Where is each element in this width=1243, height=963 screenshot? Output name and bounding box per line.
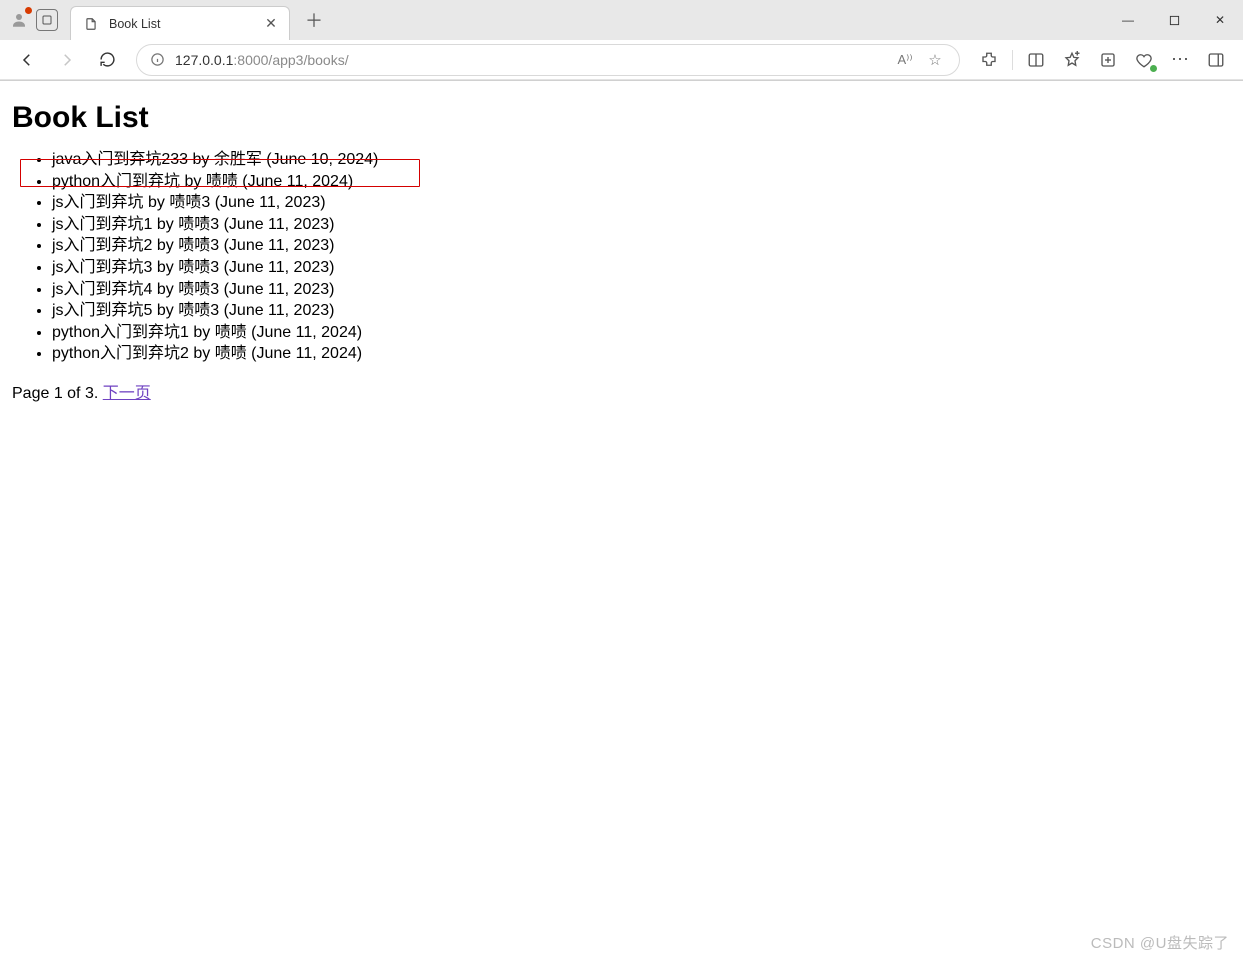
maximize-button[interactable] — [1151, 0, 1197, 40]
back-button[interactable] — [10, 44, 44, 76]
tab-actions-icon[interactable] — [36, 9, 58, 31]
list-item: python入门到弃坑1 by 啧啧 (June 11, 2024) — [52, 322, 1231, 344]
browser-tab[interactable]: Book List ✕ — [70, 6, 290, 40]
list-item: js入门到弃坑 by 啧啧3 (June 11, 2023) — [52, 192, 1231, 214]
separator — [1012, 50, 1013, 70]
more-icon[interactable]: ⋯ — [1163, 44, 1197, 76]
site-info-icon[interactable] — [147, 50, 167, 70]
browser-chrome: Book List ✕ ＋ ― ✕ 127.0.0.1:8000/app3/ — [0, 0, 1243, 81]
list-item: js入门到弃坑4 by 啧啧3 (June 11, 2023) — [52, 279, 1231, 301]
close-icon[interactable]: ✕ — [263, 16, 279, 32]
list-item: python入门到弃坑 by 啧啧 (June 11, 2024) — [52, 171, 1231, 193]
notification-dot-icon — [25, 7, 32, 14]
read-aloud-icon[interactable]: A⁾⁾ — [891, 46, 919, 74]
list-item: python入门到弃坑2 by 啧啧 (June 11, 2024) — [52, 343, 1231, 365]
minimize-button[interactable]: ― — [1105, 0, 1151, 40]
page-title: Book List — [12, 101, 1231, 135]
tab-title: Book List — [109, 17, 263, 31]
copilot-sidebar-icon[interactable] — [1199, 44, 1233, 76]
favorites-icon[interactable] — [1055, 44, 1089, 76]
title-bar: Book List ✕ ＋ ― ✕ — [0, 0, 1243, 40]
toolbar-right: ⋯ — [972, 44, 1233, 76]
refresh-button[interactable] — [90, 44, 124, 76]
forward-button — [50, 44, 84, 76]
window-controls: ― ✕ — [1105, 0, 1243, 40]
list-item: js入门到弃坑3 by 啧啧3 (June 11, 2023) — [52, 257, 1231, 279]
list-item: js入门到弃坑5 by 啧啧3 (June 11, 2023) — [52, 300, 1231, 322]
split-screen-icon[interactable] — [1019, 44, 1053, 76]
close-window-button[interactable]: ✕ — [1197, 0, 1243, 40]
list-item: java入门到弃坑233 by 余胜军 (June 10, 2024) — [52, 149, 1231, 171]
url-text: 127.0.0.1:8000/app3/books/ — [175, 52, 891, 68]
watermark-text: CSDN @U盘失踪了 — [1091, 932, 1229, 953]
address-bar[interactable]: 127.0.0.1:8000/app3/books/ A⁾⁾ ☆ — [136, 44, 960, 76]
pager: Page 1 of 3. 下一页 — [12, 379, 1231, 403]
browser-essentials-icon[interactable] — [1127, 44, 1161, 76]
collections-icon[interactable] — [1091, 44, 1125, 76]
new-tab-button[interactable]: ＋ — [300, 6, 328, 34]
extensions-icon[interactable] — [972, 44, 1006, 76]
profile-icon[interactable] — [8, 9, 30, 31]
favorite-star-icon[interactable]: ☆ — [921, 46, 949, 74]
pager-text: Page 1 of 3. — [12, 385, 103, 402]
page-content: Book List java入门到弃坑233 by 余胜军 (June 10, … — [0, 81, 1243, 413]
next-page-link[interactable]: 下一页 — [103, 385, 151, 402]
list-item: js入门到弃坑2 by 啧啧3 (June 11, 2023) — [52, 235, 1231, 257]
browser-toolbar: 127.0.0.1:8000/app3/books/ A⁾⁾ ☆ — [0, 40, 1243, 80]
book-list: java入门到弃坑233 by 余胜军 (June 10, 2024)pytho… — [12, 149, 1231, 365]
file-icon — [83, 16, 99, 32]
list-item: js入门到弃坑1 by 啧啧3 (June 11, 2023) — [52, 214, 1231, 236]
